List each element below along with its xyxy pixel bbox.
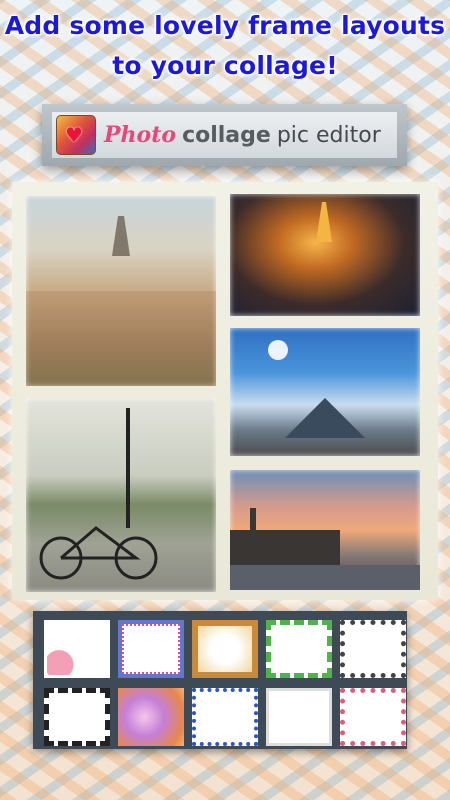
app-title-banner: ♥ Photo collage pic editor (42, 104, 407, 166)
banner-inner: ♥ Photo collage pic editor (52, 112, 397, 158)
collage-preview (12, 182, 438, 600)
app-logo-icon: ♥ (56, 115, 96, 155)
frame-thumbnail[interactable] (340, 620, 406, 678)
app-title-photo: Photo (104, 122, 177, 148)
frame-thumbnail[interactable] (118, 620, 184, 678)
collage-photo-paris-night (230, 194, 420, 316)
heart-icon: ♥ (65, 123, 83, 147)
night-tower-illustration (316, 202, 332, 242)
headline-line-1: Add some lovely frame layouts (4, 11, 446, 40)
promo-headline: Add some lovely frame layouts to your co… (0, 6, 450, 86)
pyramid-illustration (268, 340, 365, 438)
frame-thumbnail[interactable] (118, 688, 184, 746)
collage-photo-paris-rooftops (26, 196, 216, 386)
frame-thumbnail[interactable] (44, 620, 110, 678)
collage-photo-louvre-pyramid (230, 328, 420, 456)
frame-thumbnail[interactable] (266, 620, 332, 678)
app-title-rest: pic editor (276, 122, 381, 148)
collage-photo-seine-sunset (230, 470, 420, 590)
frame-thumbnail[interactable] (266, 688, 332, 746)
frame-thumbnail[interactable] (192, 620, 258, 678)
frame-thumbnails-panel (33, 611, 407, 749)
app-title-collage: collage (182, 122, 271, 148)
frame-thumbnail[interactable] (192, 688, 258, 746)
frame-thumbnail[interactable] (44, 688, 110, 746)
headline-line-2: to your collage! (112, 51, 338, 80)
frame-thumbnail[interactable] (340, 688, 406, 746)
eiffel-tower-illustration (26, 216, 216, 386)
bicycle-illustration (39, 408, 158, 580)
collage-photo-street-bicycle (26, 398, 216, 592)
conciergerie-illustration (230, 508, 420, 590)
